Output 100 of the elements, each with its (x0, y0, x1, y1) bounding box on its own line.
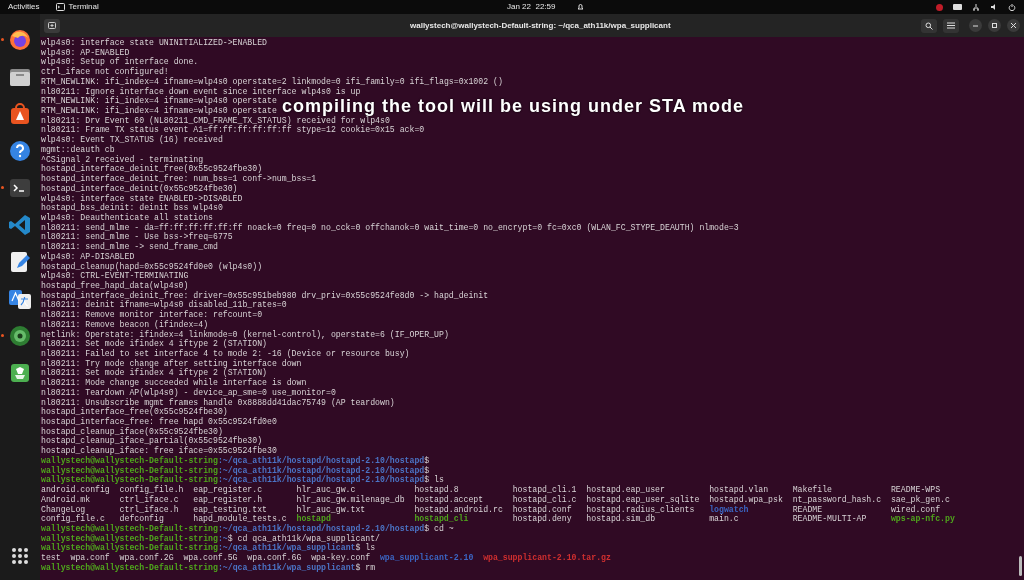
log-line: mgmt::deauth cb (41, 144, 115, 154)
video-caption: compiling the tool will be using under STA mode (282, 96, 744, 116)
log-line: hostapd_interface_deinit(0x55c9524fbe30) (41, 183, 238, 193)
file-name: wpa_supplicant-2.10.tar.gz (483, 553, 611, 563)
power-icon (1008, 3, 1016, 11)
prompt-user: wallystech@wallystech-Default-string (41, 533, 218, 543)
scrollbar[interactable] (1019, 556, 1022, 576)
menu-icon (947, 22, 955, 29)
command-text: $ ls (424, 475, 444, 485)
code-editor-icon[interactable] (8, 213, 32, 237)
log-line: hostapd_bss_deinit: deinit bss wlp4s0 (41, 203, 223, 213)
prompt-user: wallystech@wallystech-Default-string (41, 562, 218, 572)
minimize-button[interactable] (969, 19, 982, 32)
file-name: logwatch (709, 504, 750, 515)
prompt-user: wallystech@wallystech-Default-string (41, 465, 218, 475)
new-tab-button[interactable] (44, 18, 60, 33)
activities-button[interactable]: Activities (8, 1, 40, 13)
file-name: README-WPS (890, 485, 942, 495)
app-name[interactable]: Terminal (68, 1, 99, 13)
terminal-icon[interactable] (8, 176, 32, 200)
log-line: nl80211: Remove beacon (ifindex=4) (41, 319, 209, 329)
log-line: hostapd_interface_deinit_free: driver=0x55c951beb980 drv_priv=0x55c9524fe8d0 -> hapd_deinit (41, 290, 489, 300)
file-name: config_file.h (119, 485, 185, 495)
log-line: wlp4s0: AP-ENABLED (41, 47, 130, 57)
log-line: nl80211: Drv Event 60 (NL80211_CMD_FRAME_TX_STATUS) received for wlp4s0 (41, 115, 390, 125)
file-name: hostapd.sim_db (586, 514, 656, 524)
log-line: netlink: Operstate: ifindex=4 linkmode=0 (kernel-control), operstate=6 (IF_OPER_UP) (41, 329, 449, 339)
log-line: wlp4s0: Setup of interface done. (41, 57, 199, 67)
log-line: hostapd_free_hapd_data(wlp4s0) (41, 280, 189, 290)
file-name: wpa.conf.6G (247, 553, 302, 563)
network-icon (972, 3, 980, 11)
file-name: wps-ap-nfc.py (890, 514, 956, 524)
search-icon (925, 21, 933, 30)
file-name: README (792, 504, 824, 515)
file-name: wpa_supplicant-2.10 (379, 553, 474, 563)
log-line: wlp4s0: AP-DISABLED (41, 251, 135, 261)
help-icon[interactable] (8, 139, 32, 163)
command-text: $ cd qca_ath11k/wpa_supplicant/ (227, 533, 381, 543)
trash-icon[interactable] (8, 361, 32, 385)
prompt-user: wallystech@wallystech-Default-string (41, 455, 218, 465)
file-name: Makefile (792, 485, 833, 495)
globe-icon[interactable] (8, 324, 32, 348)
file-name: wpa.conf.5G (183, 553, 238, 563)
prompt-user: wallystech@wallystech-Default-string (41, 543, 218, 553)
file-name: eap_register.c (193, 485, 264, 495)
log-line: hostapd_cleanup(hapd=0x55c9524fd0e0 (wlp4s0)) (41, 261, 263, 271)
maximize-icon (992, 23, 997, 28)
log-line: nl80211: Remove monitor interface: refcount=0 (41, 310, 263, 320)
menu-button[interactable] (943, 18, 959, 33)
log-line: hostapd_interface_free(0x55c9524fbe30) (41, 407, 228, 417)
app-grid-icon[interactable] (11, 547, 29, 565)
log-line: hostapd_cleanup_iface_partial(0x55c9524fbe30) (41, 436, 263, 446)
file-name: hostapd_cli.1 (512, 485, 578, 495)
minimize-icon (973, 24, 978, 27)
log-line: nl80211: send_mlme -> send_frame_cmd (41, 242, 218, 252)
file-name: eap_register.h (193, 494, 264, 505)
clock[interactable]: Jan 22 22:59 (507, 1, 556, 13)
file-name: hostapd.eap_user_sqlite (586, 494, 701, 505)
prompt-path: :~ (217, 533, 228, 543)
file-name: wired.conf (890, 504, 942, 514)
file-name: hostapd.deny (512, 514, 573, 524)
command-text: $ ls (355, 543, 376, 553)
translate-icon[interactable] (8, 287, 32, 311)
volume-icon (990, 3, 998, 11)
file-name: hostapd.eap_user (586, 485, 666, 495)
bell-icon (577, 3, 584, 11)
browser-icon[interactable] (8, 28, 32, 52)
pencil-icon[interactable] (8, 250, 32, 274)
log-line: wlp4s0: Event TX_STATUS (16) received (41, 135, 223, 145)
prompt-path: :~/qca_ath11k/hostapd/hostapd-2.10/hostapd (217, 465, 425, 475)
recording-indicator-icon (936, 3, 943, 11)
log-line: RTM_NEWLINK: ifi_index=4 ifname=wlp4s0 operstate (41, 106, 277, 116)
file-name: hostapd.radius_clients (586, 504, 696, 515)
log-line: hostapd_cleanup_iface: free iface=0x55c9524fbe30 (41, 446, 277, 456)
file-name: hostapd_cli.c (512, 494, 578, 505)
log-line: hostapd_cleanup_iface(0x55c9524fbe30) (41, 426, 223, 436)
file-name: ChangeLog (41, 504, 86, 515)
maximize-button[interactable] (988, 19, 1001, 32)
file-name: ctrl_iface.h (119, 504, 180, 514)
log-line: nl80211: Set mode ifindex 4 iftype 2 (STATION) (41, 339, 267, 349)
file-name: test (41, 553, 61, 563)
terminal-icon (55, 3, 65, 11)
file-name: hostapd.wpa_psk (709, 494, 784, 505)
file-name: hostapd.android.rc (414, 504, 504, 515)
file-name: README-MULTI-AP (792, 514, 868, 524)
prompt-path: :~/qca_ath11k/hostapd/hostapd-2.10/hostapd (217, 523, 425, 533)
file-name: eap_testing.txt (193, 504, 267, 515)
file-name: hostapd.8 (414, 485, 460, 495)
file-name: ctrl_iface.c (119, 494, 180, 505)
log-line: wlp4s0: Deauthenticate all stations (41, 212, 213, 222)
file-name: android.config (41, 485, 111, 495)
file-name: nt_password_hash.c (792, 494, 883, 505)
close-button[interactable] (1007, 19, 1020, 32)
file-name: hlr_auc_gw.milenage_db (296, 494, 406, 505)
file-name: Android.mk (41, 494, 92, 505)
search-button[interactable] (921, 18, 937, 33)
keyboard-icon (953, 4, 962, 10)
file-name: main.c (709, 514, 739, 524)
log-line: wlp4s0: interface state ENABLED->DISABLED (41, 193, 243, 203)
shopping-bag-icon[interactable] (8, 102, 32, 126)
